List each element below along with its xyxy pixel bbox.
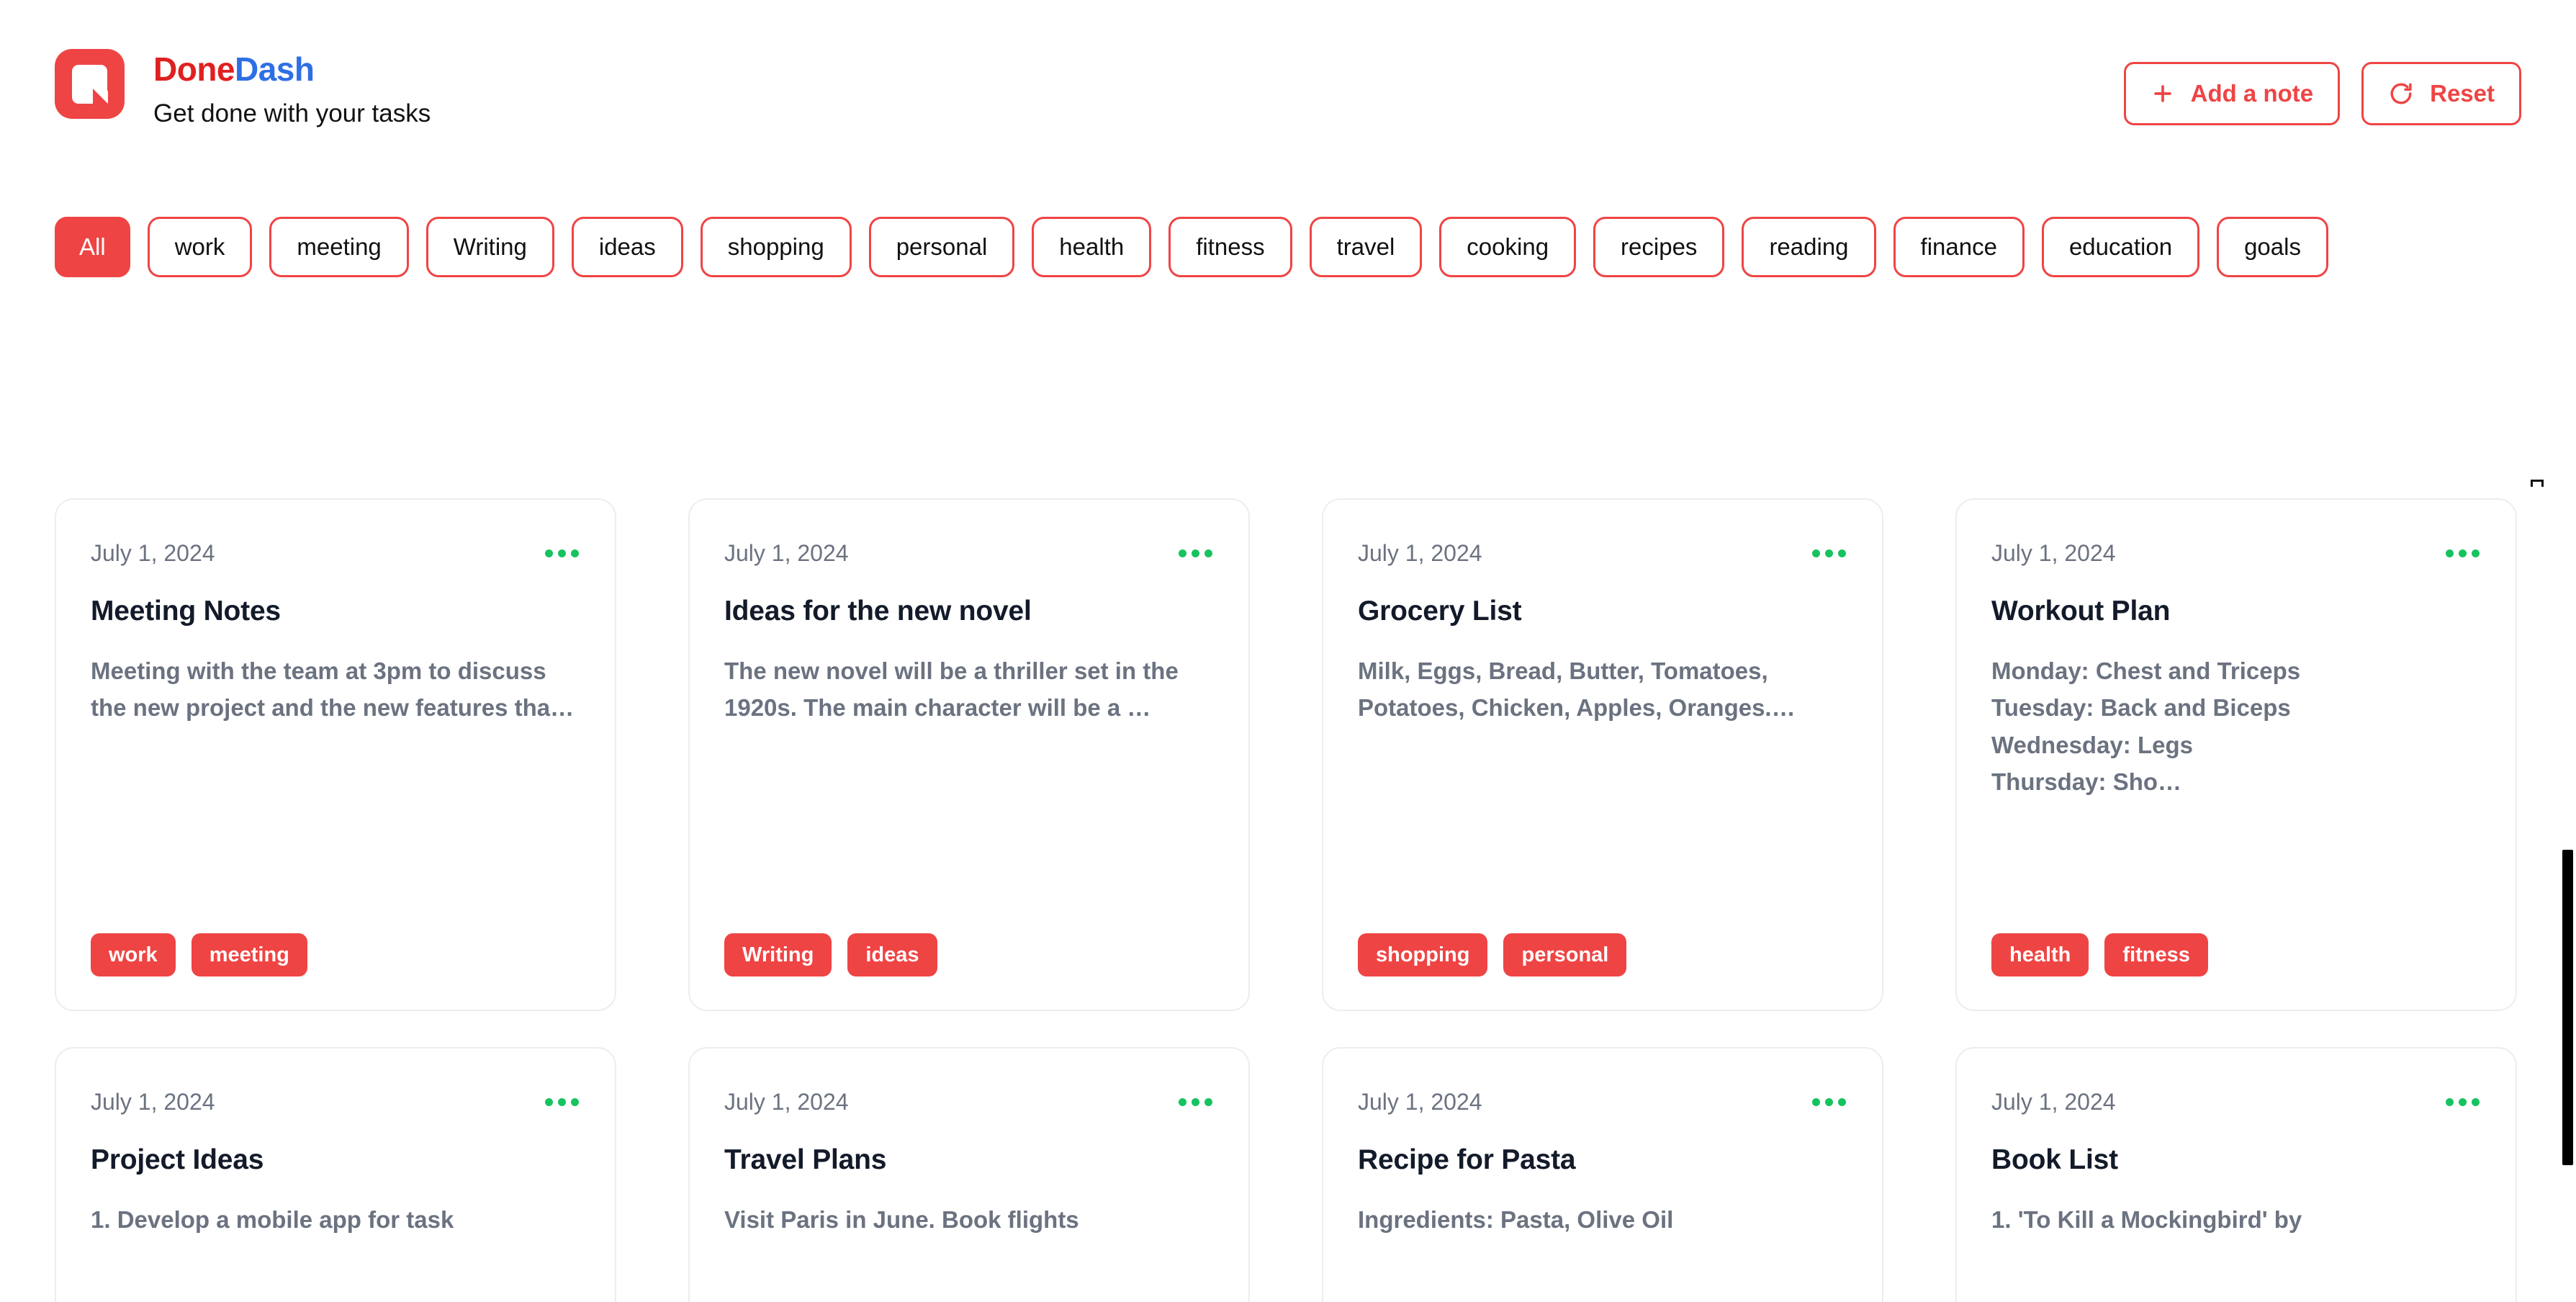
note-body: Monday: Chest and Triceps Tuesday: Back … (1991, 657, 2301, 796)
filter-chip-health[interactable]: health (1032, 217, 1152, 277)
filter-chip-education[interactable]: education (2041, 217, 2200, 277)
note-tag[interactable]: health (1991, 933, 2089, 976)
note-tag-list: Writing ideas (724, 933, 1214, 976)
note-options-icon[interactable] (2444, 542, 2481, 565)
note-options-icon[interactable] (1177, 1091, 1214, 1113)
filter-chip-recipes[interactable]: recipes (1593, 217, 1725, 277)
note-date: July 1, 2024 (724, 1089, 849, 1115)
note-card-header: July 1, 2024 (1991, 537, 2481, 569)
page-scrollbar-track[interactable] (2560, 0, 2576, 1302)
note-tag[interactable]: fitness (2104, 933, 2208, 976)
note-options-icon[interactable] (544, 1091, 580, 1113)
note-date: July 1, 2024 (91, 1089, 215, 1115)
note-title: Workout Plan (1991, 596, 2171, 627)
note-tag[interactable]: personal (1503, 933, 1627, 976)
note-date: July 1, 2024 (1991, 1089, 2116, 1115)
filter-chip-shopping[interactable]: shopping (700, 217, 852, 277)
note-options-icon[interactable] (2444, 1091, 2481, 1113)
note-tag-list: health fitness (1991, 933, 2481, 976)
note-options-icon[interactable] (1811, 1091, 1847, 1113)
note-title: Book List (1991, 1144, 2118, 1175)
note-card-header: July 1, 2024 (91, 1086, 580, 1118)
note-card[interactable]: July 1, 2024 Meeting Notes Meeting with th… (55, 498, 616, 1011)
note-card-header: July 1, 2024 (91, 537, 580, 569)
note-date: July 1, 2024 (1358, 540, 1482, 566)
note-title: Grocery List (1358, 596, 1522, 627)
note-title: Ideas for the new novel (724, 596, 1032, 627)
app-header: DoneDash Get done with your tasks Add a … (0, 0, 2576, 180)
tag-filter-bar: All work meeting Writing ideas shopping person… (55, 217, 2517, 277)
note-body: 1. 'To Kill a Mockingbird' by (1991, 1206, 2302, 1233)
note-tag[interactable]: work (91, 933, 176, 976)
filter-chip-travel[interactable]: travel (1309, 217, 1423, 277)
note-title: Project Ideas (91, 1144, 264, 1175)
filter-chip-personal[interactable]: personal (868, 217, 1015, 277)
note-body: Meeting with the team at 3pm to discuss … (91, 657, 575, 722)
note-tag[interactable]: Writing (724, 933, 832, 976)
note-card[interactable]: July 1, 2024 Book List 1. 'To Kill a Mocki… (1955, 1047, 2517, 1302)
note-tag[interactable]: meeting (191, 933, 307, 976)
filter-chip-meeting[interactable]: meeting (269, 217, 409, 277)
note-options-icon[interactable] (1811, 542, 1847, 565)
note-card-header: July 1, 2024 (1991, 1086, 2481, 1118)
note-card[interactable]: July 1, 2024 Recipe for Pasta Ingredients:… (1322, 1047, 1883, 1302)
note-title: Meeting Notes (91, 596, 281, 627)
note-card-header: July 1, 2024 (1358, 537, 1847, 569)
note-tag[interactable]: ideas (847, 933, 937, 976)
brand-text: DoneDash Get done with your tasks (153, 49, 431, 128)
app-title-part-b: Dash (235, 50, 315, 88)
resize-handle-icon[interactable] (2531, 480, 2544, 487)
app-tagline: Get done with your tasks (153, 99, 431, 128)
filter-chip-all[interactable]: All (55, 217, 130, 277)
notes-grid: July 1, 2024 Meeting Notes Meeting with th… (55, 498, 2517, 1302)
filter-chip-reading[interactable]: reading (1742, 217, 1876, 277)
note-tag-list: shopping personal (1358, 933, 1847, 976)
filter-chip-writing[interactable]: Writing (425, 217, 554, 277)
note-body: Milk, Eggs, Bread, Butter, Tomatoes, Pot… (1358, 657, 1796, 722)
header-actions: Add a note Reset (2123, 49, 2521, 125)
note-card-header: July 1, 2024 (724, 537, 1214, 569)
note-card-header: July 1, 2024 (724, 1086, 1214, 1118)
note-card[interactable]: July 1, 2024 Grocery List Milk, Eggs, Brea… (1322, 498, 1883, 1011)
note-card[interactable]: July 1, 2024 Ideas for the new novel The n… (688, 498, 1250, 1011)
app-logo-icon (55, 49, 125, 119)
page-scrollbar-thumb[interactable] (2562, 850, 2573, 1165)
note-card[interactable]: July 1, 2024 Project Ideas 1. Develop a mo… (55, 1047, 616, 1302)
add-note-label: Add a note (2190, 80, 2314, 107)
add-note-button[interactable]: Add a note (2123, 62, 2341, 125)
note-body: 1. Develop a mobile app for task (91, 1206, 454, 1233)
app-root: DoneDash Get done with your tasks Add a … (0, 0, 2576, 1302)
note-tag[interactable]: shopping (1358, 933, 1488, 976)
note-date: July 1, 2024 (724, 540, 849, 566)
note-options-icon[interactable] (544, 542, 580, 565)
filter-chip-cooking[interactable]: cooking (1439, 217, 1577, 277)
filter-chip-fitness[interactable]: fitness (1168, 217, 1292, 277)
brand-block: DoneDash Get done with your tasks (55, 49, 431, 128)
note-body: The new novel will be a thriller set in … (724, 657, 1179, 722)
filter-chip-ideas[interactable]: ideas (571, 217, 683, 277)
app-title-part-a: Done (153, 50, 235, 88)
note-title: Recipe for Pasta (1358, 1144, 1576, 1175)
note-card[interactable]: July 1, 2024 Workout Plan Monday: Chest an… (1955, 498, 2517, 1011)
note-card[interactable]: July 1, 2024 Travel Plans Visit Paris in J… (688, 1047, 1250, 1302)
reset-label: Reset (2430, 80, 2495, 107)
reset-button[interactable]: Reset (2361, 62, 2521, 125)
note-body: Ingredients: Pasta, Olive Oil (1358, 1206, 1674, 1233)
filter-chip-work[interactable]: work (147, 217, 253, 277)
app-title: DoneDash (153, 52, 431, 86)
filter-chip-goals[interactable]: goals (2217, 217, 2328, 277)
note-date: July 1, 2024 (1358, 1089, 1482, 1115)
refresh-icon (2388, 81, 2414, 107)
note-title: Travel Plans (724, 1144, 887, 1175)
note-options-icon[interactable] (1177, 542, 1214, 565)
note-date: July 1, 2024 (1991, 540, 2116, 566)
plus-icon (2151, 81, 2175, 106)
note-card-header: July 1, 2024 (1358, 1086, 1847, 1118)
filter-chip-finance[interactable]: finance (1893, 217, 2025, 277)
note-date: July 1, 2024 (91, 540, 215, 566)
note-tag-list: work meeting (91, 933, 580, 976)
note-body: Visit Paris in June. Book flights (724, 1206, 1079, 1233)
